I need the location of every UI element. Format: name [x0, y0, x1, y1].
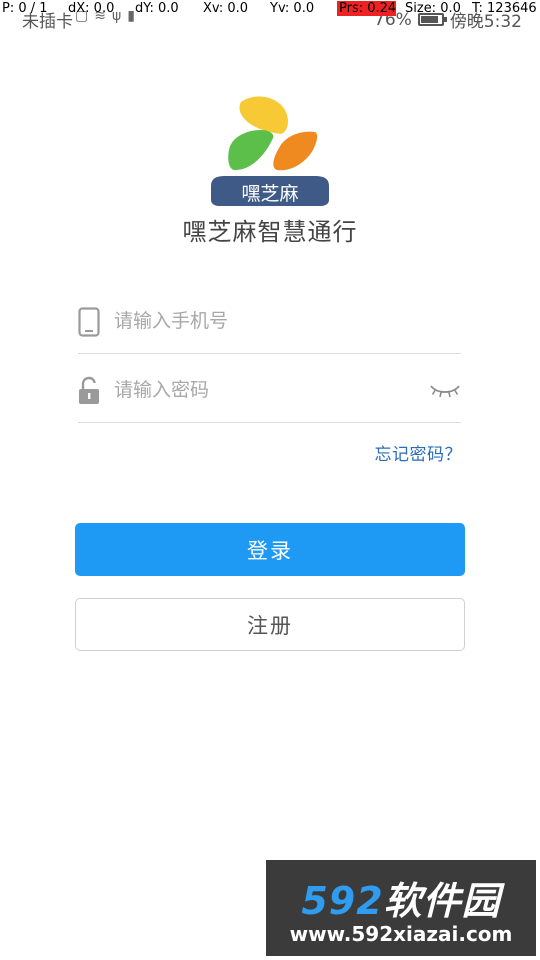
debug-prs: Prs: 0.24: [337, 1, 397, 16]
phone-icon: [78, 307, 100, 337]
eye-closed-icon[interactable]: [429, 380, 461, 400]
debug-pointer: P: 0 / 1: [2, 1, 48, 16]
debug-dx: dX: 0.0: [68, 1, 115, 16]
debug-size: Size: 0.0: [405, 1, 461, 16]
pointer-debug-overlay: P: 0 / 1 dX: 0.0 dY: 0.0 Xv: 0.0 Yv: 0.0…: [0, 0, 540, 18]
debug-t: T: 123646: [472, 1, 537, 16]
debug-dy: dY: 0.0: [135, 1, 179, 16]
debug-yv: Yv: 0.0: [270, 1, 315, 16]
login-button[interactable]: 登录: [75, 523, 465, 576]
app-logo: 嘿芝麻: [211, 96, 329, 206]
watermark-url: www.592xiazai.com: [289, 922, 513, 946]
watermark-logo: 592软件园: [266, 870, 536, 925]
logo-green-leaf: [228, 130, 274, 170]
site-watermark: 592软件园 www.592xiazai.com: [266, 860, 536, 956]
logo-orange-leaf: [273, 131, 318, 171]
logo-yellow-leaf: [239, 96, 288, 134]
watermark-brand: 软件园: [383, 879, 501, 923]
password-input[interactable]: [114, 374, 414, 406]
app-title: 嘿芝麻智慧通行: [182, 218, 358, 246]
phone-input[interactable]: [114, 305, 414, 337]
password-field: [78, 360, 461, 423]
logo-text: 嘿芝麻: [241, 183, 298, 205]
phone-field: [78, 291, 461, 354]
forgot-password-link[interactable]: 忘记密码？: [375, 440, 463, 465]
debug-xv: Xv: 0.0: [203, 1, 249, 16]
watermark-number: 592: [301, 879, 384, 923]
register-button[interactable]: 注册: [75, 598, 465, 651]
lock-icon: [79, 376, 99, 404]
